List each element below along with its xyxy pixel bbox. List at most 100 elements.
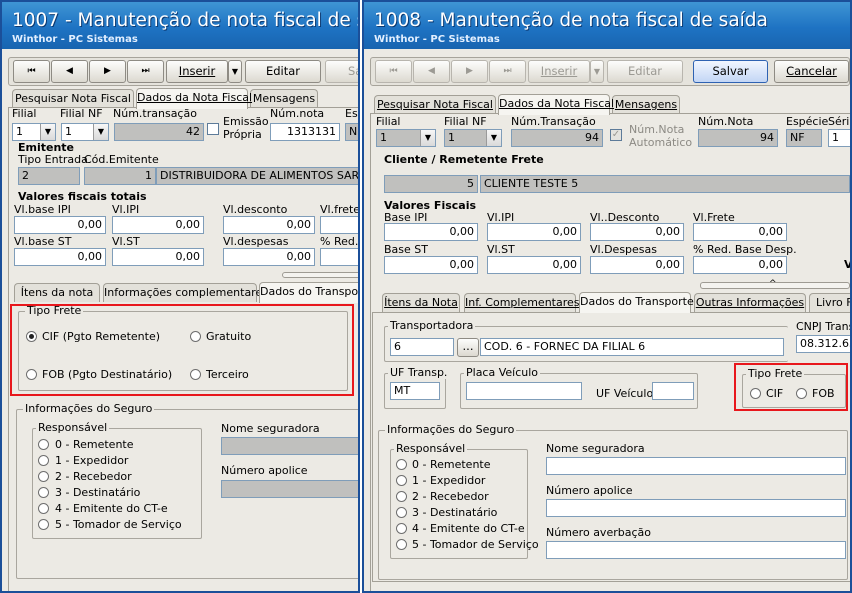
previous-record-button[interactable]: ◀ bbox=[51, 60, 88, 83]
dropdown-arrow-icon: ▼ bbox=[593, 67, 601, 76]
resp-radio-3[interactable] bbox=[396, 507, 407, 518]
pct-red-field[interactable]: 0,00 bbox=[693, 256, 787, 274]
nome-seguradora-field[interactable] bbox=[546, 457, 846, 475]
cancel-button[interactable]: Cancelar bbox=[774, 60, 849, 83]
subtab-dados-transporte[interactable]: Dados do Transporte bbox=[259, 282, 358, 303]
transportadora-codigo-field[interactable]: 6 bbox=[390, 338, 454, 356]
first-record-button[interactable]: ⏮ bbox=[375, 60, 412, 83]
placa-veiculo-field[interactable] bbox=[466, 382, 582, 400]
edit-button[interactable]: Editar bbox=[607, 60, 683, 83]
window-subtitle: Winthor - PC Sistemas bbox=[12, 34, 138, 45]
resp-radio-4[interactable] bbox=[38, 503, 49, 514]
insert-button[interactable]: Inserir bbox=[166, 60, 228, 83]
tab-pesquisar[interactable]: Pesquisar Nota Fiscal bbox=[12, 89, 134, 108]
resp-radio-0[interactable] bbox=[38, 439, 49, 450]
filial-value: 1 bbox=[380, 131, 387, 144]
tab-label: Mensagens bbox=[252, 92, 316, 105]
insert-menu-button[interactable]: ▼ bbox=[228, 60, 242, 83]
window-1007: 1007 - Manutenção de nota fiscal de saíd… bbox=[0, 0, 360, 593]
resp-radio-5[interactable] bbox=[396, 539, 407, 550]
save-button[interactable]: Sa bbox=[325, 60, 358, 83]
uf-veiculo-field[interactable] bbox=[652, 382, 694, 400]
tipo-frete-highlight bbox=[734, 363, 848, 411]
splitter-handle[interactable]: ^ bbox=[700, 279, 850, 289]
vl-base-st-field[interactable]: 0,00 bbox=[14, 248, 106, 266]
resp-radio-3[interactable] bbox=[38, 487, 49, 498]
cliente-header: Cliente / Remetente Frete bbox=[384, 153, 544, 166]
tab-mensagens[interactable]: Mensagens bbox=[612, 95, 680, 114]
vl-ipi-field[interactable]: 0,00 bbox=[487, 223, 581, 241]
vl-desconto-field[interactable]: 0,00 bbox=[223, 216, 315, 234]
subtab-itens[interactable]: Ítens da nota bbox=[14, 283, 100, 302]
tipo-entrada-field: 2 bbox=[18, 167, 80, 185]
propria-label: Própria bbox=[223, 128, 262, 141]
dropdown-arrow-icon: ▼ bbox=[231, 67, 239, 76]
numero-averbacao-field[interactable] bbox=[546, 541, 846, 559]
save-button[interactable]: Salvar bbox=[693, 60, 768, 83]
pct-red-field[interactable] bbox=[320, 248, 358, 266]
subtab-itens[interactable]: Ítens da Nota bbox=[382, 293, 460, 312]
base-ipi-field[interactable]: 0,00 bbox=[384, 223, 478, 241]
vl-st-field[interactable]: 0,00 bbox=[487, 256, 581, 274]
resp-radio-2[interactable] bbox=[396, 491, 407, 502]
edit-button[interactable]: Editar bbox=[245, 60, 321, 83]
tab-dados-nota[interactable]: Dados da Nota Fiscal bbox=[498, 94, 614, 115]
resp-radio-1[interactable] bbox=[396, 475, 407, 486]
last-record-button[interactable]: ⏭ bbox=[127, 60, 164, 83]
emissao-propria-checkbox[interactable] bbox=[207, 123, 219, 135]
chevron-up-icon: ^ bbox=[769, 279, 777, 289]
next-record-icon: ▶ bbox=[466, 66, 473, 76]
subtab-inf-complementares[interactable]: Inf. Complementares bbox=[464, 293, 580, 312]
insert-button[interactable]: Inserir bbox=[528, 60, 590, 83]
vl-base-st-label: Vl.base ST bbox=[14, 235, 72, 248]
filial-label: Filial bbox=[12, 107, 37, 120]
numero-apolice-field[interactable] bbox=[546, 499, 846, 517]
vl-desconto-field[interactable]: 0,00 bbox=[590, 223, 684, 241]
splitter-handle[interactable] bbox=[282, 272, 358, 278]
tab-pesquisar[interactable]: Pesquisar Nota Fiscal bbox=[374, 95, 496, 114]
tab-dados-nota[interactable]: Dados da Nota Fiscal bbox=[136, 88, 252, 109]
vl-despesas-field[interactable]: 0,00 bbox=[590, 256, 684, 274]
next-record-icon: ▶ bbox=[104, 66, 111, 76]
tab-mensagens[interactable]: Mensagens bbox=[250, 89, 318, 108]
subtab-outras-informacoes[interactable]: Outras Informações bbox=[694, 293, 806, 312]
vl-frete-field[interactable] bbox=[320, 216, 358, 234]
filial-nf-select[interactable]: 1 ▼ bbox=[61, 123, 109, 141]
transportadora-search-button[interactable]: ... bbox=[457, 338, 479, 357]
filial-select[interactable]: 1 ▼ bbox=[12, 123, 56, 141]
filial-nf-value: 1 bbox=[65, 125, 72, 138]
resp-label-0: 0 - Remetente bbox=[412, 458, 491, 471]
cod-emitente-field: 1 bbox=[84, 167, 156, 185]
first-record-button[interactable]: ⏮ bbox=[13, 60, 50, 83]
resp-radio-5[interactable] bbox=[38, 519, 49, 530]
uf-transp-field[interactable]: MT bbox=[390, 382, 440, 400]
resp-label-3: 3 - Destinatário bbox=[412, 506, 498, 519]
vl-st-field[interactable]: 0,00 bbox=[112, 248, 204, 266]
especie-label: Esp bbox=[345, 107, 358, 120]
serie-field[interactable]: 1 bbox=[828, 129, 850, 147]
tab-label: Mensagens bbox=[614, 98, 678, 111]
vl-ipi-field[interactable]: 0,00 bbox=[112, 216, 204, 234]
base-st-field[interactable]: 0,00 bbox=[384, 256, 478, 274]
subtab-livro-fiscal[interactable]: Livro Fis bbox=[809, 293, 850, 312]
num-transacao-label: Núm.Transação bbox=[511, 115, 596, 128]
next-record-button[interactable]: ▶ bbox=[451, 60, 488, 83]
resp-label-4: 4 - Emitente do CT-e bbox=[55, 502, 168, 515]
previous-record-button[interactable]: ◀ bbox=[413, 60, 450, 83]
subtab-info-complementares[interactable]: Informações complementares bbox=[103, 283, 268, 302]
next-record-button[interactable]: ▶ bbox=[89, 60, 126, 83]
resp-radio-2[interactable] bbox=[38, 471, 49, 482]
resp-radio-0[interactable] bbox=[396, 459, 407, 470]
vl-frete-field[interactable]: 0,00 bbox=[693, 223, 787, 241]
subtab-dados-transporte[interactable]: Dados do Transporte bbox=[579, 292, 694, 313]
vl-st-label: Vl.ST bbox=[112, 235, 140, 248]
resp-radio-4[interactable] bbox=[396, 523, 407, 534]
insert-menu-button[interactable]: ▼ bbox=[590, 60, 604, 83]
resp-radio-1[interactable] bbox=[38, 455, 49, 466]
num-nota-field[interactable]: 1313131 bbox=[270, 123, 340, 141]
vl-despesas-field[interactable]: 0,00 bbox=[223, 248, 315, 266]
vl-base-ipi-field[interactable]: 0,00 bbox=[14, 216, 106, 234]
window-subtitle: Winthor - PC Sistemas bbox=[374, 34, 500, 45]
vl-st-label: Vl.ST bbox=[487, 243, 515, 256]
last-record-button[interactable]: ⏭ bbox=[489, 60, 526, 83]
